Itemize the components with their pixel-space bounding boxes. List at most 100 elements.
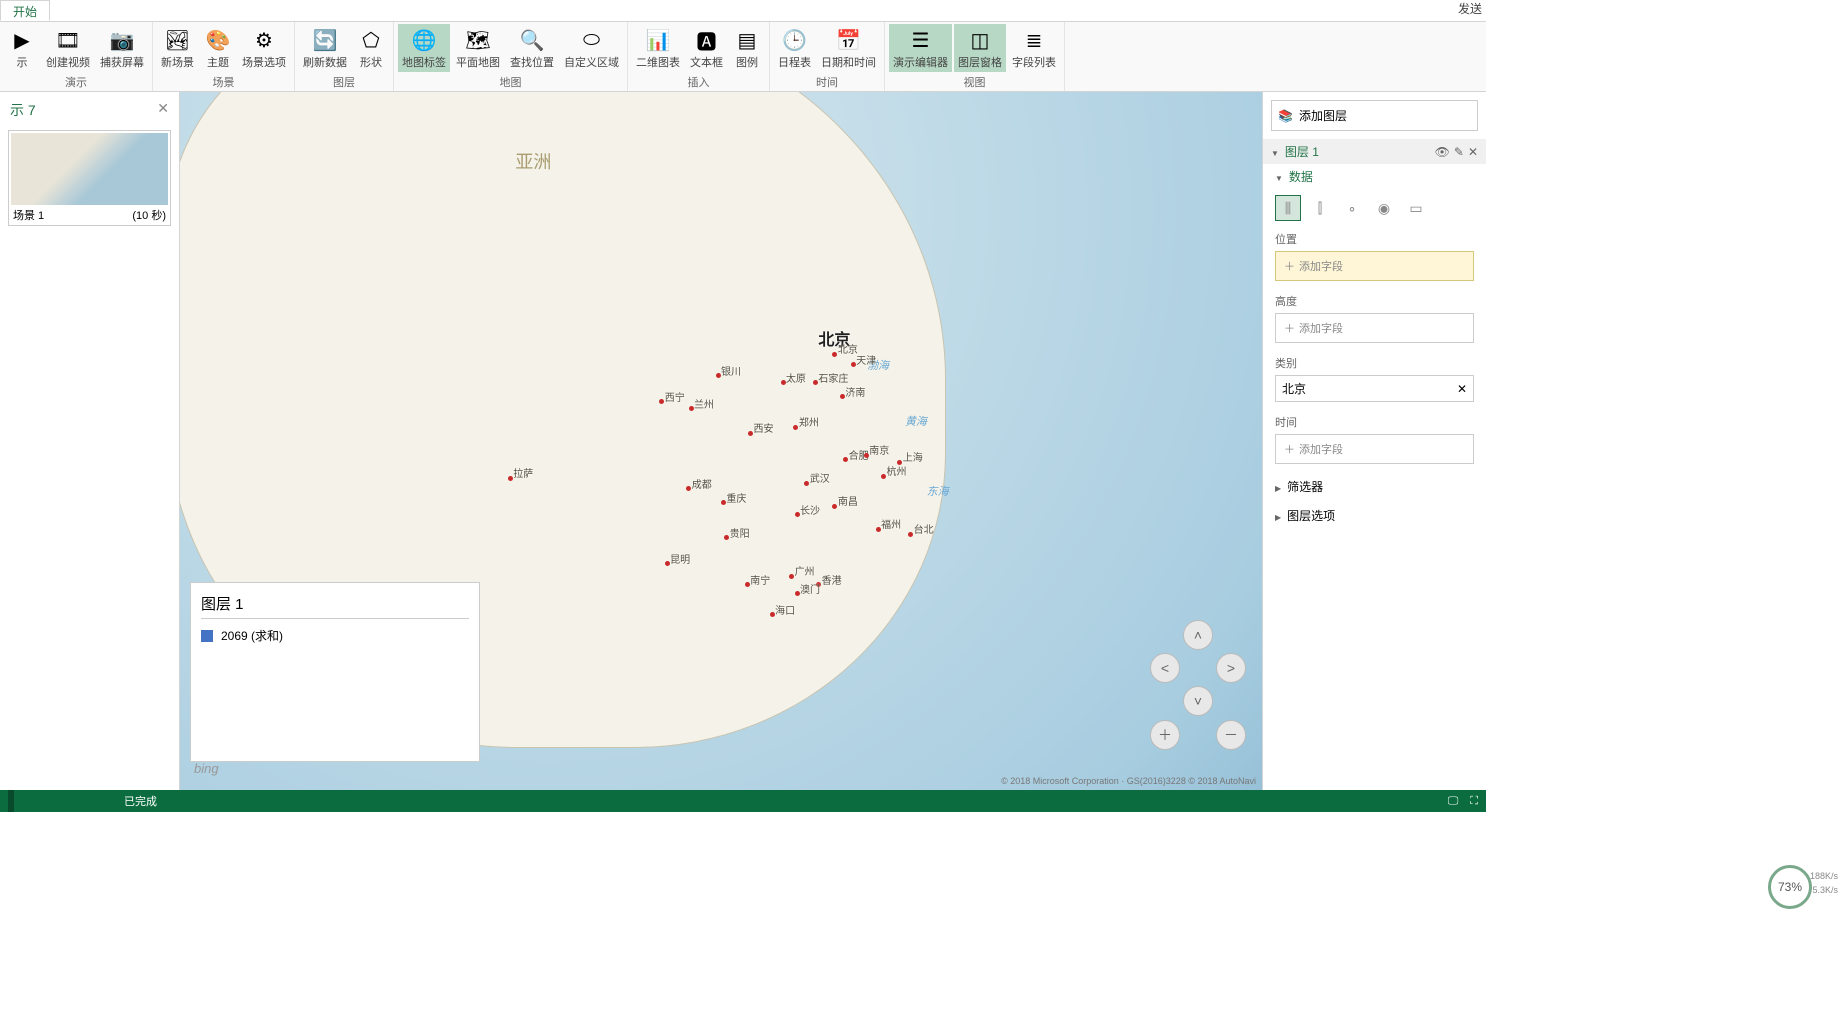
city-dot[interactable]	[881, 474, 886, 479]
layer-panel: 📚 添加图层 图层 1 👁 ✎ ✕ 数据 ⫼ ⫿ ∘ ◉ ▭ 位置 ＋添加字段	[1262, 92, 1486, 790]
nav-right-button[interactable]: ˃	[1216, 653, 1246, 683]
custom-area-button[interactable]: ⬭自定义区域	[560, 24, 623, 72]
capture-screen-button[interactable]: 📷捕获屏幕	[96, 24, 148, 72]
city-dot[interactable]	[876, 527, 881, 532]
city-label: 贵阳	[730, 525, 750, 540]
group-label-layer: 图层	[299, 73, 389, 91]
zoom-in-button[interactable]: ＋	[1150, 720, 1180, 750]
scene-options-button[interactable]: ⚙场景选项	[238, 24, 290, 72]
city-dot[interactable]	[781, 380, 786, 385]
refresh-icon: 🔄	[311, 26, 339, 54]
legend-button[interactable]: ▤图例	[729, 24, 765, 72]
ribbon-group-map: 🌐地图标签 🗺平面地图 🔍查找位置 ⬭自定义区域 地图	[394, 22, 628, 91]
city-label: 重庆	[726, 490, 746, 505]
chevron-right-icon	[1275, 509, 1281, 523]
city-label: 香港	[822, 572, 842, 587]
tour-editor-button[interactable]: ☰演示编辑器	[889, 24, 952, 72]
flat-map-button[interactable]: 🗺平面地图	[452, 24, 504, 72]
city-dot[interactable]	[795, 591, 800, 596]
chevron-down-icon	[1275, 170, 1283, 184]
city-dot[interactable]	[770, 612, 775, 617]
timeline-button[interactable]: 🕒日程表	[774, 24, 815, 72]
scenes-panel-close-icon[interactable]: ✕	[157, 100, 169, 120]
status-view-icon[interactable]: 🖵	[1448, 795, 1459, 808]
viz-clustered-button[interactable]: ⫿	[1307, 195, 1333, 221]
ribbon-group-insert: 📊二维图表 🅰文本框 ▤图例 插入	[628, 22, 770, 91]
add-layer-button[interactable]: 📚 添加图层	[1271, 100, 1478, 131]
city-dot[interactable]	[665, 561, 670, 566]
data-section-header[interactable]: 数据	[1263, 164, 1486, 189]
layer-header[interactable]: 图层 1 👁 ✎ ✕	[1263, 139, 1486, 164]
legend-item-label: 2069 (求和)	[221, 627, 283, 644]
plus-icon: ＋	[1284, 441, 1295, 457]
nav-left-button[interactable]: ˂	[1150, 653, 1180, 683]
group-label-time: 时间	[774, 73, 880, 91]
nav-down-button[interactable]: ˅	[1183, 686, 1213, 716]
city-label: 拉萨	[513, 465, 533, 480]
city-label: 南昌	[838, 493, 858, 508]
map-labels-button[interactable]: 🌐地图标签	[398, 24, 450, 72]
layers-icon: 📚	[1278, 109, 1293, 123]
theme-button[interactable]: 🎨主题	[200, 24, 236, 72]
category-field-value[interactable]: 北京 ✕	[1275, 375, 1474, 402]
ribbon-group-scene: 🏞新场景 🎨主题 ⚙场景选项 场景	[153, 22, 295, 91]
group-label-demo: 演示	[4, 73, 148, 91]
city-label: 西宁	[665, 389, 685, 404]
city-dot[interactable]	[789, 574, 794, 579]
shape-button[interactable]: ⬠形状	[353, 24, 389, 72]
edit-icon[interactable]: ✎	[1454, 145, 1464, 159]
film-icon: 🎞	[54, 26, 82, 54]
visibility-icon[interactable]: 👁	[1435, 145, 1450, 159]
map-viewport[interactable]: 亚洲 渤海 黄海 东海 北京 北京天津石家庄太原济南银川西宁兰州西安郑州拉萨合肥…	[180, 92, 1262, 790]
new-scene-button[interactable]: 🏞新场景	[157, 24, 198, 72]
refresh-data-button[interactable]: 🔄刷新数据	[299, 24, 351, 72]
viz-region-button[interactable]: ▭	[1403, 195, 1429, 221]
textbox-button[interactable]: 🅰文本框	[686, 24, 727, 72]
play-demo-button[interactable]: ▶示	[4, 24, 40, 72]
city-label: 杭州	[887, 463, 907, 478]
tab-home[interactable]: 开始	[0, 0, 50, 21]
viz-heatmap-button[interactable]: ◉	[1371, 195, 1397, 221]
height-field-drop[interactable]: ＋添加字段	[1275, 313, 1474, 343]
location-field-drop[interactable]: ＋添加字段	[1275, 251, 1474, 281]
city-label: 成都	[692, 476, 712, 491]
zoom-out-button[interactable]: －	[1216, 720, 1246, 750]
delete-layer-icon[interactable]: ✕	[1468, 145, 1478, 159]
scene-thumbnail-image	[11, 133, 168, 205]
city-dot[interactable]	[795, 512, 800, 517]
city-label: 广州	[795, 563, 815, 578]
gauge-speed-1: 188K/s	[1810, 871, 1838, 881]
filter-section-header[interactable]: 筛选器	[1263, 472, 1486, 501]
ribbon-send-link[interactable]: 发送	[1458, 0, 1486, 21]
layer-pane-button[interactable]: ◫图层窗格	[954, 24, 1006, 72]
clock-icon: 🕒	[781, 26, 809, 54]
chevron-down-icon	[1271, 145, 1279, 159]
play-icon: ▶	[8, 26, 36, 54]
city-dot[interactable]	[908, 532, 913, 537]
city-label: 福州	[881, 516, 901, 531]
continent-label-asia: 亚洲	[515, 148, 551, 174]
viz-bubble-button[interactable]: ∘	[1339, 195, 1365, 221]
chart-2d-button[interactable]: 📊二维图表	[632, 24, 684, 72]
ribbon-group-layer: 🔄刷新数据 ⬠形状 图层	[295, 22, 394, 91]
layer-options-section-header[interactable]: 图层选项	[1263, 501, 1486, 530]
datetime-button[interactable]: 📅日期和时间	[817, 24, 880, 72]
remove-field-icon[interactable]: ✕	[1457, 382, 1467, 396]
status-fullscreen-icon[interactable]: ⛶	[1470, 795, 1478, 808]
status-text: 已完成	[124, 793, 157, 809]
nav-up-button[interactable]: ˄	[1183, 620, 1213, 650]
map-legend[interactable]: 图层 1 2069 (求和)	[190, 582, 480, 762]
ribbon-content: ▶示 🎞创建视频 📷捕获屏幕 演示 🏞新场景 🎨主题 ⚙场景选项 场景 🔄刷新数…	[0, 22, 1486, 92]
ribbon-tabs: 开始 发送	[0, 0, 1486, 22]
time-field-drop[interactable]: ＋添加字段	[1275, 434, 1474, 464]
group-label-insert: 插入	[632, 73, 765, 91]
viz-column-button[interactable]: ⫼	[1275, 195, 1301, 221]
find-location-button[interactable]: 🔍查找位置	[506, 24, 558, 72]
create-video-button[interactable]: 🎞创建视频	[42, 24, 94, 72]
city-dot[interactable]	[716, 373, 721, 378]
scene-thumbnail[interactable]: 场景 1 (10 秒)	[8, 130, 171, 226]
main-layout: 示 7 ✕ 场景 1 (10 秒) 亚洲 渤海 黄海 东海 北京 北京天津石家庄…	[0, 92, 1486, 790]
field-list-button[interactable]: ≣字段列表	[1008, 24, 1060, 72]
pane-icon: ◫	[966, 26, 994, 54]
city-dot[interactable]	[689, 406, 694, 411]
